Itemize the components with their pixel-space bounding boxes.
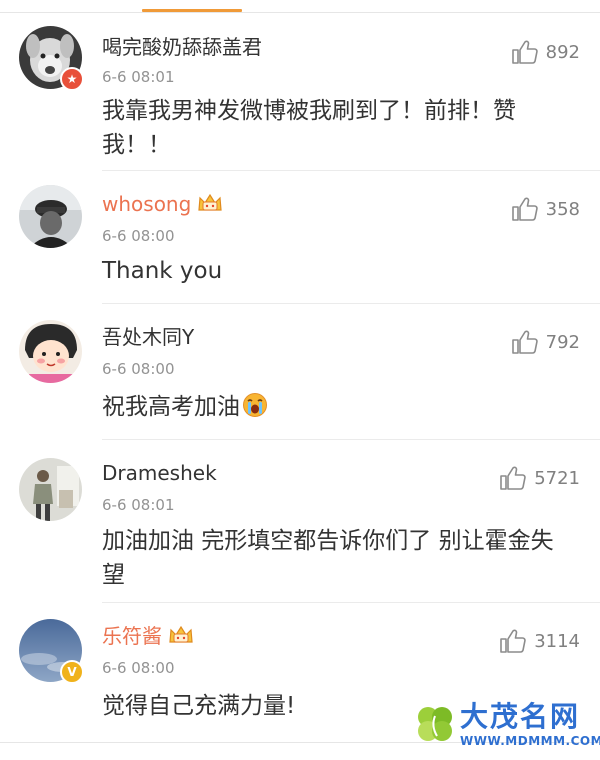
comment-text: Thank you	[102, 258, 223, 284]
verified-v-badge-icon: V	[60, 660, 84, 684]
clover-logo-icon	[418, 707, 452, 741]
thumbs-up-icon	[500, 466, 526, 490]
like-count: 3114	[534, 630, 580, 652]
thumbs-up-icon	[511, 197, 538, 221]
comment-time: 6-6 08:00	[102, 659, 175, 677]
comment-username[interactable]: Drameshek	[102, 460, 217, 486]
active-tab-underline	[142, 9, 242, 12]
comment-username[interactable]: 吾处木同Y	[102, 324, 194, 350]
avatar[interactable]	[19, 458, 82, 521]
like-button[interactable]: 792	[511, 330, 580, 354]
username-text[interactable]: whosong	[102, 192, 191, 216]
like-count: 5721	[534, 467, 580, 489]
comment-username[interactable]: 喝完酸奶舔舔盖君	[102, 34, 262, 60]
top-divider	[0, 12, 600, 13]
vip-crown-icon	[169, 625, 193, 643]
comment-item: Drameshek 5721 6-6 08:01 加油加油 完形填空都告诉你们了…	[0, 440, 600, 603]
watermark-url: WWW.MDMMM.COM	[460, 734, 600, 748]
comment-time: 6-6 08:00	[102, 360, 175, 378]
like-button[interactable]: 3114	[500, 629, 580, 653]
vip-crown-icon	[198, 193, 222, 211]
like-count: 358	[545, 198, 580, 220]
comment-item: whosong 358 6-6 08:00 Thank you	[0, 171, 600, 304]
watermark-title: 大茂名网	[460, 700, 581, 733]
comment-username[interactable]: whosong	[102, 191, 223, 217]
avatar[interactable]: V	[19, 619, 84, 684]
like-button[interactable]: 358	[511, 197, 580, 221]
comment-item: 吾处木同Y 792 6-6 08:00 祝我高考加油	[0, 304, 600, 440]
like-count: 892	[545, 41, 580, 63]
like-count: 792	[545, 331, 580, 353]
comment-username[interactable]: 乐符酱	[102, 623, 194, 649]
comment-item: ★ 喝完酸奶舔舔盖君 892 6-6 08:01 我靠我男神发微博被我刷到了！前…	[0, 14, 600, 171]
comment-text-content: 祝我高考加油	[102, 394, 240, 420]
avatar[interactable]	[19, 320, 82, 383]
thumbs-up-icon	[511, 40, 538, 64]
tab-indicator-bar	[0, 0, 600, 14]
thumbs-up-icon	[511, 330, 538, 354]
site-watermark: 大茂名网 WWW.MDMMM.COM	[414, 700, 600, 752]
comment-text: 祝我高考加油	[102, 390, 572, 424]
comment-text: 加油加油 完形填空都告诉你们了 别让霍金失望	[102, 528, 554, 588]
crying-emoji-icon	[243, 393, 267, 417]
comment-text: 我靠我男神发微博被我刷到了！前排！赞我！！	[102, 98, 516, 158]
comment-time: 6-6 08:01	[102, 496, 175, 514]
star-badge-icon: ★	[60, 67, 84, 91]
thumbs-up-icon	[500, 629, 526, 653]
avatar[interactable]: ★	[19, 26, 84, 91]
avatar[interactable]	[19, 185, 82, 248]
like-button[interactable]: 892	[511, 40, 580, 64]
comment-time: 6-6 08:00	[102, 227, 175, 245]
comment-time: 6-6 08:01	[102, 68, 175, 86]
like-button[interactable]: 5721	[500, 466, 580, 490]
username-text[interactable]: 乐符酱	[102, 624, 162, 648]
